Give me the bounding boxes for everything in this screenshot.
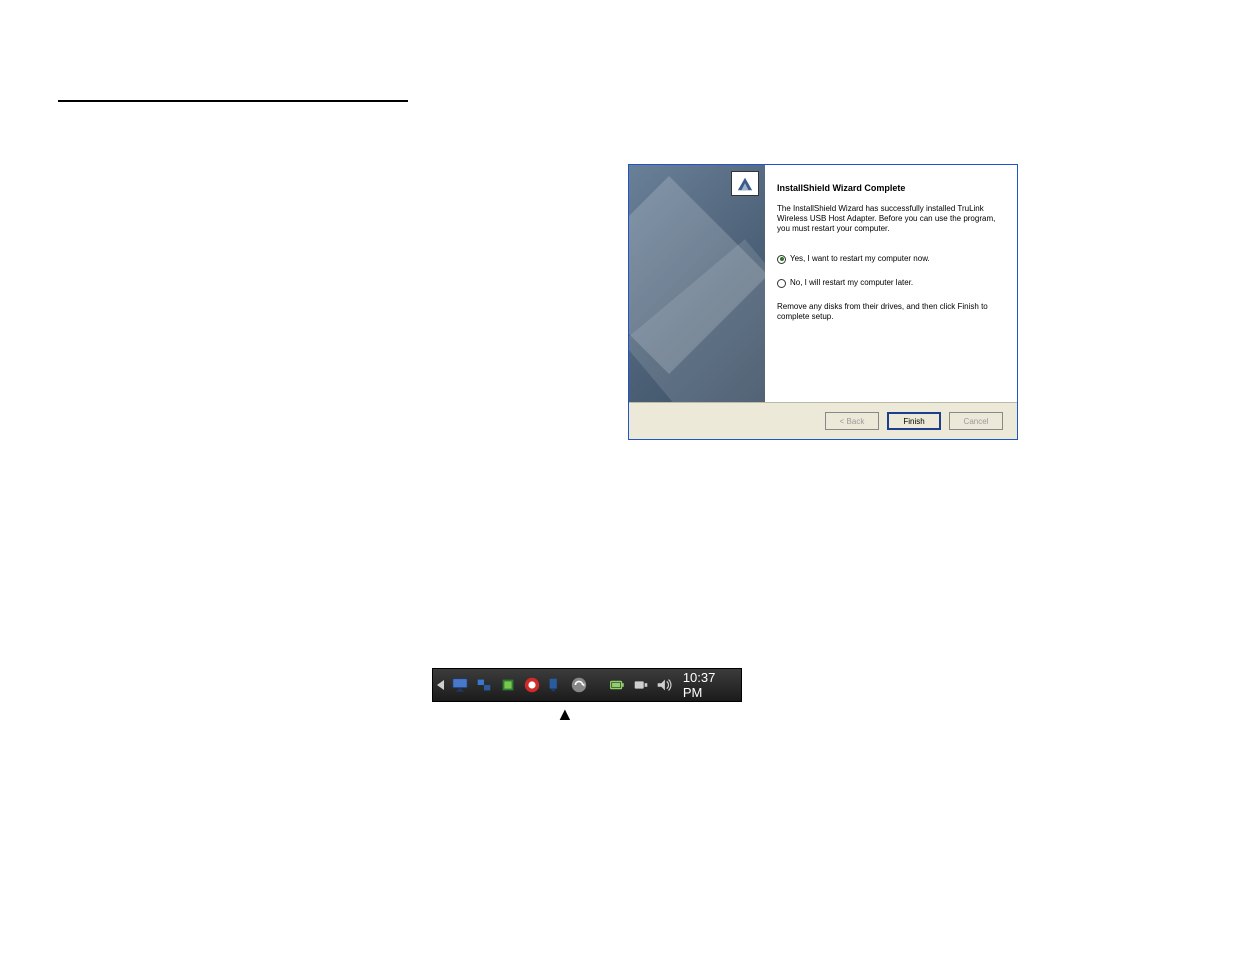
monitor-tray-icon[interactable] [451,675,470,695]
volume-tray-icon[interactable] [655,675,674,695]
tray-clock[interactable]: 10:37 PM [683,670,735,700]
restart-later-option[interactable]: No, I will restart my computer later. [777,278,1005,288]
network-tray-icon[interactable] [475,675,494,695]
dialog-button-bar: < Back Finish Cancel [629,402,1017,439]
cancel-button: Cancel [949,412,1003,430]
restart-now-label: Yes, I want to restart my computer now. [790,254,930,264]
radio-checked-icon [777,255,786,264]
dialog-body: InstallShield Wizard Complete The Instal… [629,165,1017,402]
dialog-instruction: Remove any disks from their drives, and … [777,302,1005,322]
dialog-left-graphic [629,165,765,402]
dialog-description: The InstallShield Wizard has successfull… [777,204,1005,234]
system-tray: 10:37 PM [432,668,742,702]
installshield-complete-dialog: InstallShield Wizard Complete The Instal… [628,164,1018,440]
antivirus-tray-icon[interactable] [522,675,541,695]
back-button: < Back [825,412,879,430]
radio-unchecked-icon [777,279,786,288]
bluetooth-tray-icon[interactable] [631,675,650,695]
nvidia-tray-icon[interactable] [498,675,517,695]
section-divider [58,100,408,102]
tray-expand-chevron-icon[interactable] [437,680,444,690]
restart-now-option[interactable]: Yes, I want to restart my computer now. [777,254,1005,264]
update-tray-icon[interactable] [570,675,589,695]
dialog-content: InstallShield Wizard Complete The Instal… [765,165,1017,402]
installshield-logo-icon [731,171,759,196]
restart-later-label: No, I will restart my computer later. [790,278,913,288]
arrow-up-icon: ▲ [556,704,574,725]
battery-tray-icon[interactable] [608,675,627,695]
wireless-usb-tray-icon[interactable] [546,675,565,695]
finish-button[interactable]: Finish [887,412,941,430]
dialog-title: InstallShield Wizard Complete [777,183,1005,194]
